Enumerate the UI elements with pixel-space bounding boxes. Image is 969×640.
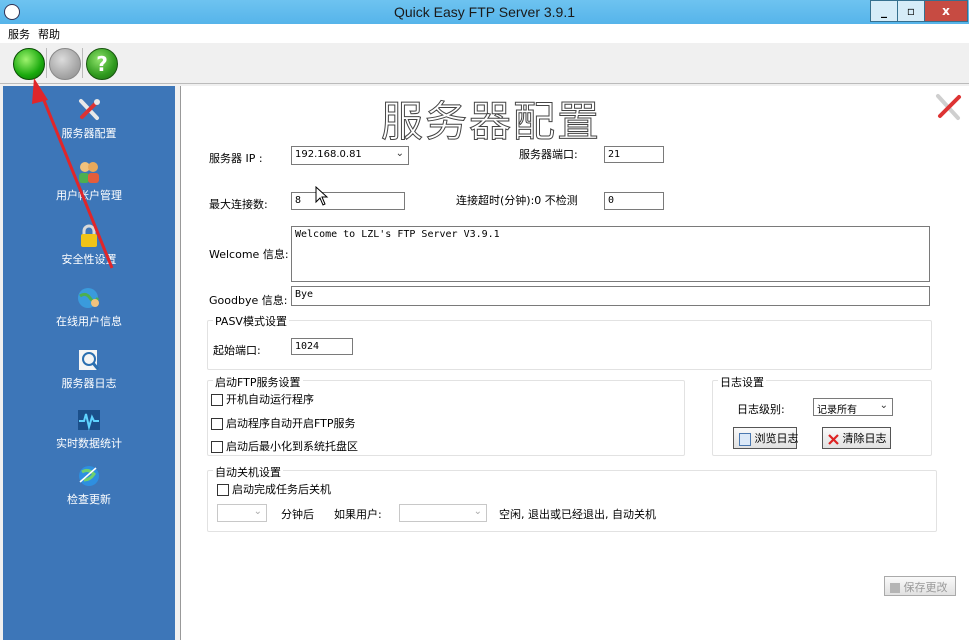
users-icon [79, 162, 99, 183]
sidebar: 服务器配置 用户帐户管理 安全性设置 在线用户信息 服务器日志 实时数据统计 检… [3, 86, 175, 640]
sidebar-item-label: 安全性设置 [61, 253, 117, 266]
log-level-select[interactable]: 记录所有 ⌄ [813, 398, 893, 416]
log-magnifier-icon [79, 350, 100, 370]
checkbox[interactable] [211, 394, 223, 406]
welcome-label: Welcome 信息: [209, 248, 289, 261]
shutdown-option[interactable]: 启动完成任务后关机 [217, 481, 331, 497]
checkbox[interactable] [217, 484, 229, 496]
if-user-label: 如果用户: [334, 508, 382, 521]
sidebar-item-label: 服务器日志 [61, 377, 117, 390]
chevron-down-icon: ⌄ [253, 506, 262, 517]
tools-icon [936, 94, 961, 120]
checkbox[interactable] [211, 441, 223, 453]
pulse-icon [78, 410, 100, 431]
shutdown-group [207, 470, 937, 532]
minutes-after-label: 分钟后 [281, 508, 314, 521]
sidebar-item-realtime-stats[interactable]: 实时数据统计 [3, 408, 175, 451]
server-port-field[interactable]: 21 [604, 146, 664, 163]
toolbar: ? [0, 43, 969, 84]
sidebar-item-security[interactable]: 安全性设置 [3, 224, 175, 267]
log-level-label: 日志级别: [737, 403, 785, 416]
shutdown-group-title: 自动关机设置 [213, 464, 283, 480]
server-ip-value: 192.168.0.81 [295, 149, 362, 160]
sidebar-item-label: 在线用户信息 [56, 315, 122, 328]
maximize-button[interactable]: ▫ [897, 0, 925, 22]
tools-icon [79, 99, 100, 120]
stop-server-button[interactable] [49, 48, 81, 80]
server-ip-label: 服务器 IP : [209, 152, 263, 165]
help-button[interactable]: ? [86, 48, 118, 80]
goodbye-field[interactable]: Bye [291, 286, 930, 306]
sidebar-item-server-config[interactable]: 服务器配置 [3, 98, 175, 141]
sidebar-item-label: 实时数据统计 [56, 437, 122, 450]
close-button[interactable]: x [924, 0, 968, 22]
menu-service[interactable]: 服务 [8, 26, 30, 42]
start-port-label: 起始端口: [213, 344, 261, 357]
mouse-cursor-icon [315, 186, 329, 206]
chevron-down-icon: ⌄ [879, 400, 888, 411]
save-changes-button[interactable]: 保存更改 [884, 576, 956, 596]
globe-user-icon [78, 288, 100, 308]
timeout-label: 连接超时(分钟):0 不检测 [456, 194, 578, 207]
sidebar-item-server-log[interactable]: 服务器日志 [3, 348, 175, 391]
sidebar-item-label: 服务器配置 [61, 127, 117, 140]
startup-option-autorun[interactable]: 开机自动运行程序 [211, 391, 314, 407]
update-globe-icon [79, 466, 99, 486]
save-icon [890, 583, 900, 593]
server-ip-select[interactable]: 192.168.0.81 ⌄ [291, 146, 409, 165]
server-port-label: 服务器端口: [519, 148, 578, 161]
delete-x-icon [828, 433, 839, 445]
start-server-button[interactable] [13, 48, 45, 80]
sidebar-item-label: 用户帐户管理 [56, 189, 122, 202]
sidebar-item-user-accounts[interactable]: 用户帐户管理 [3, 160, 175, 203]
max-connections-label: 最大连接数: [209, 198, 268, 211]
menu-bar: 服务 帮助 [0, 24, 969, 43]
shutdown-user-select[interactable]: ⌄ [399, 504, 487, 522]
minimize-button[interactable]: _ [870, 0, 898, 22]
startup-group-title: 启动FTP服务设置 [213, 374, 303, 390]
browse-log-button[interactable]: 浏览日志 [733, 427, 799, 449]
sidebar-item-check-update[interactable]: 检查更新 [3, 464, 175, 507]
chevron-down-icon: ⌄ [395, 148, 404, 159]
welcome-textarea[interactable]: Welcome to LZL's FTP Server V3.9.1 [291, 226, 930, 282]
shutdown-minutes-select[interactable]: ⌄ [217, 504, 267, 522]
lock-icon [81, 224, 97, 247]
document-icon [739, 432, 751, 446]
log-group-title: 日志设置 [718, 374, 766, 390]
menu-help[interactable]: 帮助 [38, 26, 60, 42]
startup-option-minimize-tray[interactable]: 启动后最小化到系统托盘区 [211, 438, 358, 454]
sidebar-item-label: 检查更新 [67, 493, 111, 506]
shutdown-condition-label: 空闲, 退出或已经退出, 自动关机 [499, 508, 656, 521]
clear-log-button[interactable]: 清除日志 [822, 427, 891, 449]
start-port-field[interactable]: 1024 [291, 338, 353, 355]
timeout-field[interactable]: 0 [604, 192, 664, 210]
goodbye-label: Goodbye 信息: [209, 294, 288, 307]
title-bar: Quick Easy FTP Server 3.9.1 _ ▫ x [0, 0, 969, 24]
sidebar-item-online-users[interactable]: 在线用户信息 [3, 286, 175, 329]
startup-option-autostart-ftp[interactable]: 启动程序自动开启FTP服务 [211, 415, 356, 431]
pasv-group-title: PASV模式设置 [213, 313, 289, 329]
checkbox[interactable] [211, 418, 223, 430]
chevron-down-icon: ⌄ [473, 506, 482, 517]
toolbar-divider [82, 48, 83, 78]
log-level-value: 记录所有 [817, 405, 857, 416]
window-title: Quick Easy FTP Server 3.9.1 [393, 4, 576, 20]
page-title: 服务器配置 [380, 97, 602, 147]
server-config-panel: 服务器配置 服务器 IP : 192.168.0.81 ⌄ 服务器端口: 21 最… [180, 86, 969, 640]
max-connections-field[interactable]: 8 [291, 192, 405, 210]
toolbar-divider [46, 48, 47, 78]
